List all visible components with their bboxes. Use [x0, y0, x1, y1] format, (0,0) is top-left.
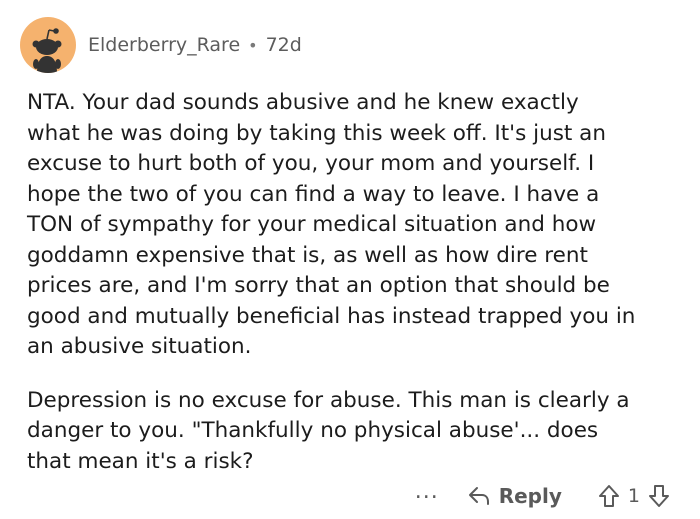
comment-age: 72d [265, 34, 302, 56]
downvote-arrow-icon[interactable] [648, 484, 670, 508]
user-avatar[interactable] [20, 17, 76, 73]
comment-paragraph-1: NTA. Your dad sounds abusive and he knew… [27, 90, 636, 359]
meta-separator: • [248, 35, 258, 55]
upvote-arrow-icon[interactable] [598, 484, 620, 508]
vote-score: 1 [627, 485, 640, 507]
reply-arrow-icon [468, 487, 489, 505]
more-options-button[interactable]: ... [415, 481, 439, 503]
reply-button[interactable]: Reply [467, 484, 562, 508]
snoo-avatar-icon [32, 28, 62, 73]
vote-controls: 1 [598, 484, 670, 508]
comment-actions-bar: ... Reply 1 [415, 478, 670, 514]
comment-body: NTA. Your dad sounds abusive and he knew… [27, 88, 687, 477]
comment-header: Elderberry_Rare • 72d [20, 17, 302, 73]
username-link[interactable]: Elderberry_Rare [88, 34, 240, 56]
comment-card: Elderberry_Rare • 72d NTA. Your dad soun… [0, 0, 700, 519]
comment-paragraph-2: Depression is no excuse for abuse. This … [27, 387, 630, 474]
comment-meta: Elderberry_Rare • 72d [88, 34, 302, 56]
reply-label: Reply [498, 484, 562, 508]
